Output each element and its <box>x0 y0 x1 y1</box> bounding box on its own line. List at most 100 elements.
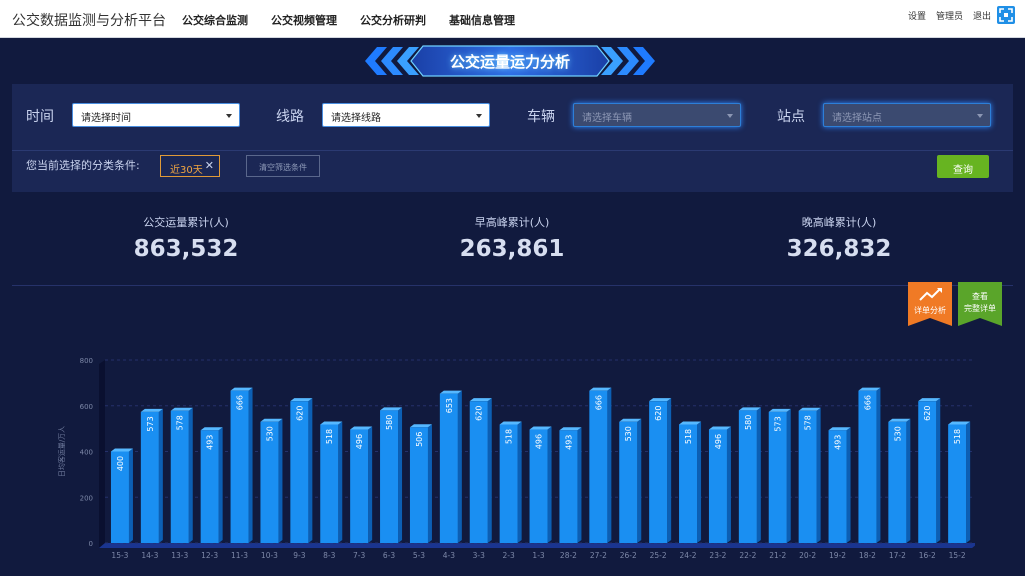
bar <box>469 401 488 543</box>
stat-morning-peak: 早高峰累计(人) 263,861 <box>392 214 632 262</box>
bar-side <box>876 387 881 543</box>
bar-value-label: 496 <box>355 434 364 449</box>
query-button[interactable]: 查询 <box>937 155 989 178</box>
vehicle-select-placeholder: 请选择车辆 <box>582 113 632 124</box>
y-tick-label: 200 <box>80 494 93 502</box>
bar-side <box>427 424 432 543</box>
x-tick-label: 27-2 <box>590 551 607 560</box>
clear-filters-button[interactable]: 清空筛选条件 <box>246 155 320 177</box>
x-tick-label: 25-2 <box>650 551 667 560</box>
divider <box>12 150 1013 151</box>
bar <box>858 390 877 543</box>
bar-side <box>368 426 373 543</box>
x-tick-label: 6-3 <box>383 551 395 560</box>
main-nav: 公交综合监测 公交视频管理 公交分析研判 基础信息管理 <box>182 12 538 28</box>
active-filter-tag[interactable]: 近30天 ✕ <box>160 155 220 177</box>
bar-side <box>457 390 462 543</box>
x-tick-label: 23-2 <box>709 551 726 560</box>
stop-select[interactable]: 请选择站点 <box>823 103 991 127</box>
bar-side <box>667 398 672 543</box>
bar-side <box>577 427 582 543</box>
bar-value-label: 666 <box>594 395 603 410</box>
logout-link[interactable]: 退出 <box>973 9 991 22</box>
bar-side <box>188 407 193 543</box>
settings-link[interactable]: 设置 <box>908 9 926 22</box>
x-tick-label: 20-2 <box>799 551 816 560</box>
bar-value-label: 493 <box>564 435 573 450</box>
bar-side <box>158 408 163 543</box>
nav-item-comprehensive-monitoring[interactable]: 公交综合监测 <box>182 12 248 28</box>
bar <box>589 390 608 543</box>
bar-side <box>248 387 253 543</box>
bar-side <box>936 398 941 543</box>
x-tick-label: 2-3 <box>503 551 515 560</box>
user-link[interactable]: 管理员 <box>936 9 963 22</box>
bar-value-label: 573 <box>774 416 783 431</box>
stat-evening-peak: 晚高峰累计(人) 326,832 <box>719 214 959 262</box>
filter-panel: 时间 请选择时间 线路 请选择线路 车辆 请选择车辆 站点 请选择站点 您当前选… <box>12 84 1013 192</box>
bar-side <box>218 427 223 543</box>
bar-value-label: 530 <box>624 426 633 441</box>
x-tick-label: 10-3 <box>261 551 278 560</box>
chart-wall <box>99 360 105 548</box>
vehicle-select[interactable]: 请选择车辆 <box>573 103 741 127</box>
stat-morning-peak-label: 早高峰累计(人) <box>474 216 550 229</box>
route-label: 线路 <box>276 109 304 125</box>
x-tick-label: 7-3 <box>353 551 365 560</box>
x-tick-label: 12-3 <box>201 551 218 560</box>
bar-side <box>278 418 283 543</box>
active-filter-tag-label: 近30天 <box>170 165 203 176</box>
bar <box>649 401 668 543</box>
top-bar: 公交数据监测与分析平台 公交综合监测 公交视频管理 公交分析研判 基础信息管理 … <box>0 0 1025 38</box>
divider <box>12 285 1013 286</box>
bar-value-label: 578 <box>804 415 813 430</box>
close-icon[interactable]: ✕ <box>205 159 214 172</box>
x-tick-label: 5-3 <box>413 551 425 560</box>
ribbon-shape <box>908 282 952 326</box>
bar-side <box>846 427 851 543</box>
stat-total-label: 公交运量累计(人) <box>143 216 229 229</box>
bar-value-label: 573 <box>146 416 155 431</box>
bar-value-label: 620 <box>654 406 663 421</box>
y-tick-label: 0 <box>89 540 93 548</box>
stat-total-value: 863,532 <box>133 236 239 262</box>
stat-evening-peak-label: 晚高峰累计(人) <box>801 216 877 229</box>
chevron-down-icon <box>977 114 983 118</box>
x-tick-label: 19-2 <box>829 551 846 560</box>
view-label: 查看 <box>972 292 988 301</box>
x-tick-label: 13-3 <box>171 551 188 560</box>
bar-side <box>637 418 642 543</box>
bar-side <box>398 407 403 543</box>
nav-item-video-management[interactable]: 公交视频管理 <box>271 12 337 28</box>
bar-value-label: 518 <box>505 429 514 444</box>
y-tick-label: 800 <box>80 357 93 365</box>
route-select[interactable]: 请选择线路 <box>322 103 490 127</box>
detail-analysis-label: 详单分析 <box>914 306 946 315</box>
chart-floor <box>99 543 975 548</box>
nav-item-basic-info[interactable]: 基础信息管理 <box>449 12 515 28</box>
bar-value-label: 666 <box>236 395 245 410</box>
bar-value-label: 518 <box>953 429 962 444</box>
view-full-detail-button[interactable]: 查看 完整详单 <box>958 282 1002 326</box>
bar-value-label: 518 <box>325 429 334 444</box>
full-detail-label: 完整详单 <box>964 304 996 313</box>
x-tick-label: 16-2 <box>919 551 936 560</box>
stop-select-placeholder: 请选择站点 <box>832 113 882 124</box>
x-tick-label: 21-2 <box>769 551 786 560</box>
time-label: 时间 <box>26 109 54 125</box>
bar-value-label: 496 <box>535 434 544 449</box>
x-tick-label: 26-2 <box>620 551 637 560</box>
nav-item-analysis[interactable]: 公交分析研判 <box>360 12 426 28</box>
time-select[interactable]: 请选择时间 <box>72 103 240 127</box>
x-tick-label: 3-3 <box>473 551 485 560</box>
detail-analysis-button[interactable]: 详单分析 <box>908 282 952 326</box>
app-title: 公交数据监测与分析平台 <box>12 13 166 29</box>
stop-label: 站点 <box>777 109 805 125</box>
bar-side <box>816 407 821 543</box>
x-tick-label: 15-3 <box>111 551 128 560</box>
fullscreen-icon[interactable] <box>997 6 1015 24</box>
stat-morning-peak-value: 263,861 <box>459 236 565 262</box>
vehicle-label: 车辆 <box>527 109 555 125</box>
x-tick-label: 8-3 <box>323 551 335 560</box>
bar-value-label: 530 <box>893 426 902 441</box>
